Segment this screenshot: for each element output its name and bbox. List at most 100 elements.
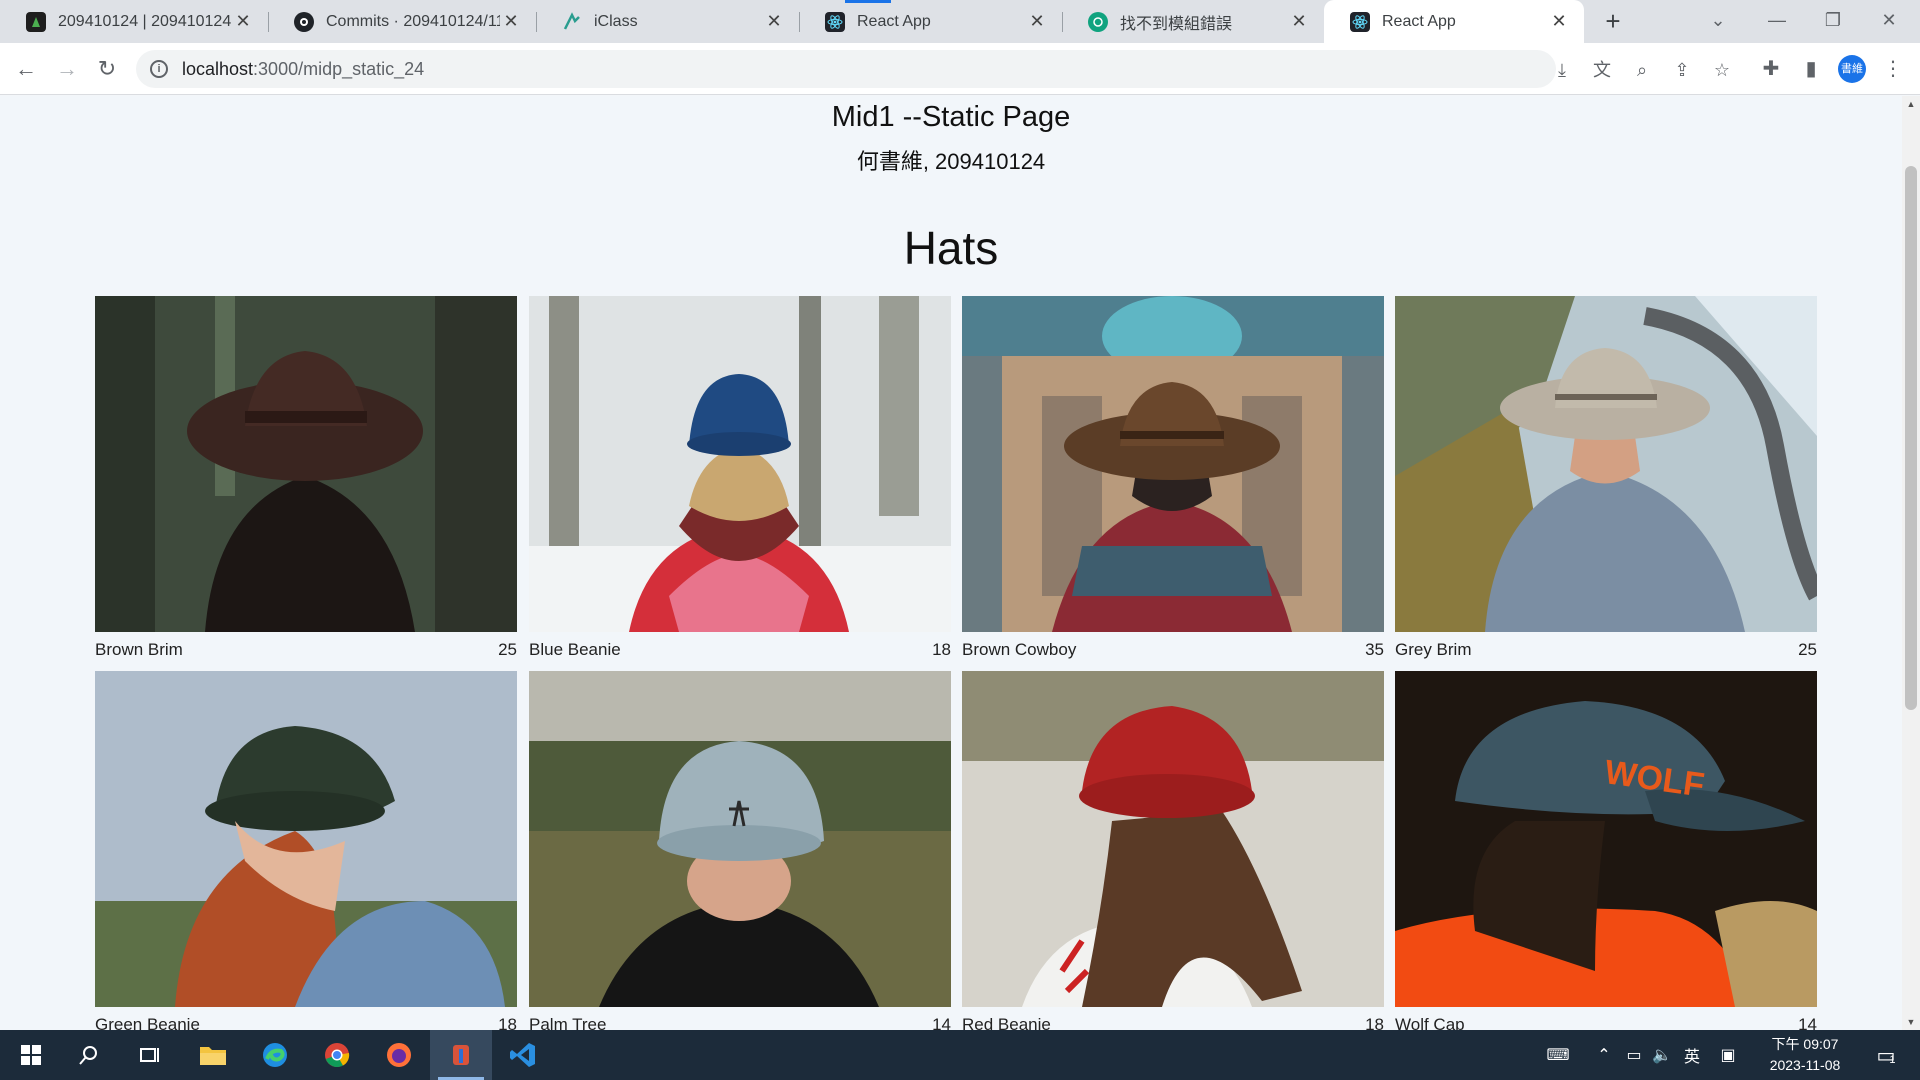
bookmark-star-icon[interactable]: ☆ — [1710, 58, 1734, 82]
page-viewport: Mid1 --Static Page 何書維, 209410124 Hats B… — [0, 96, 1902, 1030]
url-host: localhost — [182, 58, 254, 79]
active-app-button[interactable] — [430, 1030, 492, 1080]
windows-taskbar: ⌨ ⌃ ▭ 🔈 英 ▣ 下午 09:07 2023-11-08 ▭ 1 — [0, 1030, 1920, 1080]
close-tab-icon[interactable]: ✕ — [1288, 11, 1310, 32]
firefox-button[interactable] — [368, 1030, 430, 1080]
search-button[interactable] — [58, 1030, 120, 1080]
tab-title: React App — [857, 12, 931, 30]
product-name: Palm Tree — [529, 1015, 607, 1030]
restore-button[interactable]: ❐ — [1805, 0, 1861, 43]
product-price: 25 — [498, 640, 517, 659]
network-icon[interactable]: ▭ — [1620, 1030, 1648, 1080]
product-price: 14 — [932, 1015, 951, 1030]
iclass-icon — [562, 11, 582, 32]
product-name: Brown Brim — [95, 640, 183, 659]
react-icon — [1350, 11, 1370, 32]
system-clock[interactable]: 下午 09:07 2023-11-08 — [1755, 1034, 1855, 1076]
url-text[interactable]: localhost:3000/midp_static_24 — [182, 59, 424, 80]
brown-brim-photo[interactable] — [95, 296, 517, 632]
product-price: 14 — [1798, 1015, 1817, 1030]
close-tab-icon[interactable]: ✕ — [1548, 11, 1570, 32]
tab-1[interactable]: 209410124 | 209410124 | P ✕ — [0, 0, 268, 43]
scrollbar-thumb[interactable] — [1905, 166, 1917, 710]
tab-title: 209410124 | 209410124 | P — [58, 12, 232, 30]
chrome-button[interactable] — [306, 1030, 368, 1080]
tab-2[interactable]: Commits · 209410124/112 ✕ — [268, 0, 536, 43]
tab-3[interactable]: iClass ✕ — [536, 0, 799, 43]
tab-search-icon[interactable]: ⌄ — [1690, 0, 1746, 43]
clock-date: 2023-11-08 — [1769, 1057, 1841, 1073]
red-beanie-photo[interactable] — [962, 671, 1384, 1007]
close-tab-icon[interactable]: ✕ — [232, 11, 254, 32]
blue-beanie-photo[interactable] — [529, 296, 951, 632]
side-panel-icon[interactable]: ▮ — [1797, 55, 1825, 83]
close-tab-icon[interactable]: ✕ — [500, 11, 522, 32]
address-bar[interactable]: i localhost:3000/midp_static_24 ⤓ 文 ⌕ ⇪ … — [136, 50, 1730, 88]
close-window-button[interactable]: ✕ — [1861, 0, 1917, 43]
close-tab-icon[interactable]: ✕ — [1026, 11, 1048, 32]
notification-count: 1 — [1889, 1054, 1896, 1066]
react-icon — [825, 11, 845, 32]
tab-strip: 209410124 | 209410124 | P ✕ Commits · 20… — [0, 0, 1920, 43]
page-title: Mid1 --Static Page — [831, 101, 1071, 133]
product-name: Brown Cowboy — [962, 640, 1077, 659]
tab-5[interactable]: 找不到模組錯誤 ✕ — [1062, 0, 1324, 43]
forward-icon[interactable]: → — [51, 53, 83, 85]
tab-title: 找不到模組錯誤 — [1120, 15, 1233, 33]
product-price: 18 — [1365, 1015, 1384, 1030]
product-name: Red Beanie — [962, 1015, 1051, 1030]
vscode-button[interactable] — [492, 1030, 554, 1080]
search-icon — [79, 1046, 97, 1065]
scroll-up-icon[interactable]: ▲ — [1902, 96, 1920, 112]
new-tab-button[interactable]: + — [1598, 6, 1628, 36]
extensions-icon[interactable]: ✚ — [1757, 55, 1785, 83]
share-icon[interactable]: ⇪ — [1670, 58, 1694, 82]
tab-6-active[interactable]: React App ✕ — [1324, 0, 1584, 43]
vscode-icon — [510, 1043, 535, 1067]
product-price: 18 — [498, 1015, 517, 1030]
wolf-cap-photo[interactable]: WOLF — [1395, 671, 1817, 1007]
ime-mode-icon[interactable]: ▣ — [1714, 1030, 1742, 1080]
folder-icon — [200, 1047, 226, 1065]
tab-4[interactable]: React App ✕ — [799, 0, 1062, 43]
install-app-icon[interactable]: ⤓ — [1550, 58, 1574, 82]
zoom-icon[interactable]: ⌕ — [1630, 58, 1654, 82]
notification-icon[interactable]: ▭ 1 — [1866, 1030, 1906, 1080]
palm-tree-photo[interactable] — [529, 671, 951, 1007]
menu-icon[interactable]: ⋮ — [1879, 55, 1907, 83]
keyboard-icon[interactable]: ⌨ — [1540, 1030, 1576, 1080]
task-view-button[interactable] — [118, 1030, 180, 1080]
start-button[interactable] — [0, 1030, 62, 1080]
product-name: Grey Brim — [1395, 640, 1472, 659]
site-info-icon[interactable]: i — [150, 60, 168, 78]
green-beanie-photo[interactable] — [95, 671, 517, 1007]
translate-icon[interactable]: 文 — [1590, 58, 1614, 82]
tab-title: iClass — [594, 12, 638, 30]
page-subtitle: 何書維, 209410124 — [856, 149, 1046, 174]
close-tab-icon[interactable]: ✕ — [763, 11, 785, 32]
github-icon — [294, 11, 314, 32]
edge-icon — [263, 1043, 287, 1067]
tab-title: Commits · 209410124/112 — [326, 12, 500, 30]
show-hidden-icons[interactable]: ⌃ — [1590, 1030, 1618, 1080]
app-icon — [453, 1045, 469, 1065]
brown-cowboy-photo[interactable] — [962, 296, 1384, 632]
product-price: 18 — [932, 640, 951, 659]
reload-icon[interactable]: ↻ — [91, 53, 123, 85]
avatar[interactable]: 書維 — [1838, 55, 1866, 83]
page-scrollbar[interactable]: ▲ ▼ — [1902, 96, 1920, 1030]
product-name: Blue Beanie — [529, 640, 621, 659]
scroll-down-icon[interactable]: ▼ — [1902, 1014, 1920, 1030]
grey-brim-photo[interactable] — [1395, 296, 1817, 632]
ime-indicator[interactable]: 英 — [1678, 1030, 1706, 1080]
file-explorer-button[interactable] — [182, 1030, 244, 1080]
page-icon — [26, 11, 46, 32]
edge-button[interactable] — [244, 1030, 306, 1080]
back-icon[interactable]: ← — [10, 53, 42, 85]
chrome-icon — [325, 1043, 350, 1068]
clock-time: 下午 09:07 — [1771, 1036, 1839, 1052]
minimize-button[interactable]: — — [1749, 0, 1805, 43]
volume-icon[interactable]: 🔈 — [1648, 1030, 1676, 1080]
product-price: 25 — [1798, 640, 1817, 659]
browser-toolbar: ← → ↻ i localhost:3000/midp_static_24 ⤓ … — [0, 43, 1920, 95]
